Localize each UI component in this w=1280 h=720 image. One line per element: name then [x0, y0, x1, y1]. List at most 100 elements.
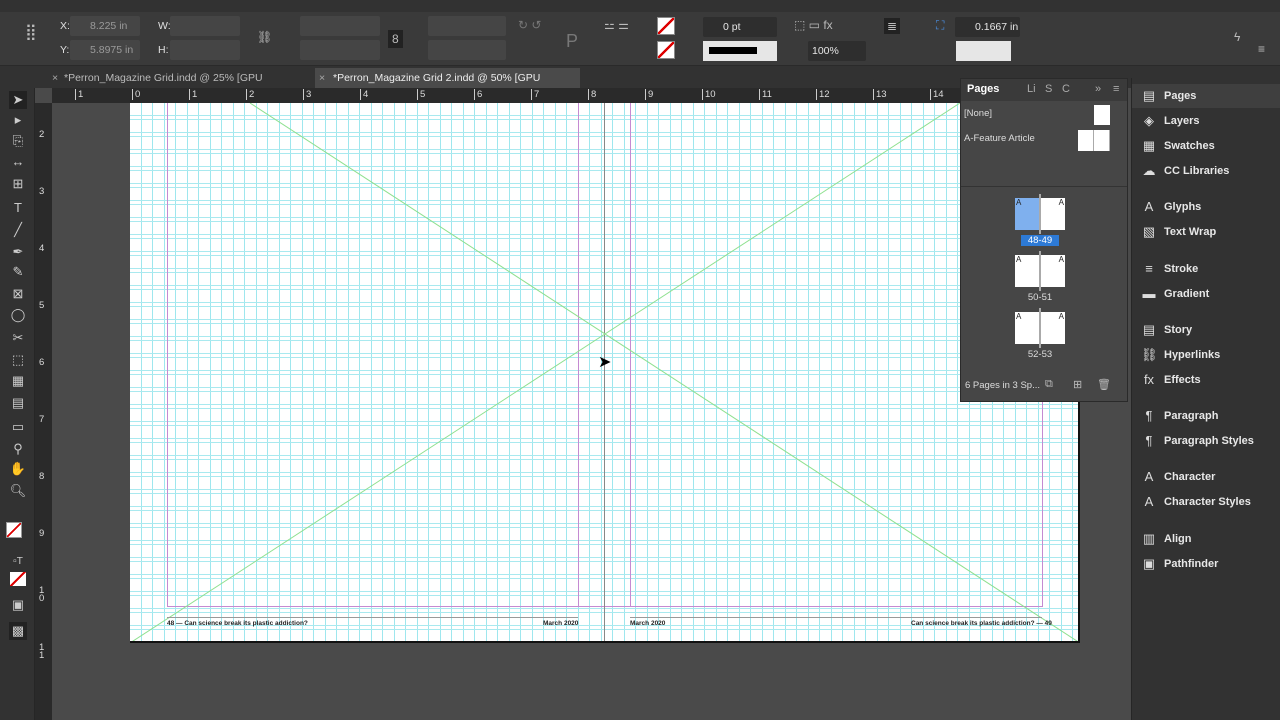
dock-item-paragraph-styles[interactable]: ¶ Paragraph Styles — [1132, 429, 1280, 453]
dock-item-effects[interactable]: fx Effects — [1132, 368, 1280, 392]
dock-item-character[interactable]: A Character — [1132, 465, 1280, 489]
stroke-weight-field[interactable]: 0 pt — [703, 17, 777, 37]
h-field[interactable] — [170, 40, 240, 60]
dock-item-story[interactable]: ▤ Story — [1132, 318, 1280, 342]
gradient-tool-icon[interactable]: ▦ — [9, 372, 27, 390]
menu-icon[interactable]: ≡ — [1258, 42, 1265, 56]
vertical-ruler[interactable]: 2 3 4 5 6 7 8 9 10 11 — [35, 103, 52, 720]
dock-item-pages[interactable]: ▤ Pages — [1132, 84, 1280, 108]
spread-thumb-48-49[interactable]: AA — [1015, 194, 1065, 234]
direct-selection-tool-icon[interactable]: ▸ — [9, 111, 27, 129]
spread-label[interactable]: 48-49 — [1021, 235, 1059, 246]
fill-stroke-swatch[interactable] — [6, 522, 22, 538]
dock-item-glyphs[interactable]: A Glyphs — [1132, 195, 1280, 219]
link-icon[interactable]: 8 — [388, 30, 403, 48]
selection-tool-icon[interactable]: ➤ — [9, 91, 27, 109]
ruler-tick-label: 0 — [132, 89, 140, 100]
zoom-tool-icon[interactable]: 🔍︎ — [9, 482, 27, 500]
master-a-feature[interactable]: A-Feature Article — [964, 133, 1035, 144]
footer-date-left[interactable]: March 2020 — [543, 620, 578, 627]
dock-item-paragraph[interactable]: ¶ Paragraph — [1132, 404, 1280, 428]
h-label: H: — [158, 44, 169, 56]
ruler-tick-label: 9 — [645, 89, 653, 100]
close-icon[interactable]: × — [319, 68, 325, 88]
dock-item-swatches[interactable]: ▦ Swatches — [1132, 134, 1280, 158]
free-transform-tool-icon[interactable]: ⬚ — [9, 351, 27, 369]
y-field[interactable]: 5.8975 in — [70, 40, 140, 60]
dock-item-layers[interactable]: ◈ Layers — [1132, 109, 1280, 133]
hand-tool-icon[interactable]: ✋ — [9, 460, 27, 478]
constrain-proportions-icon[interactable]: ⛓ — [257, 30, 272, 44]
ruler-tick-label: 2 — [39, 129, 45, 140]
reference-point-icon[interactable]: ⣿ — [25, 25, 37, 41]
dock-item-text-wrap[interactable]: ▧ Text Wrap — [1132, 220, 1280, 244]
scale-y-field[interactable] — [300, 40, 380, 60]
spread-thumb-52-53[interactable]: AA — [1015, 308, 1065, 348]
gap-tool-icon[interactable]: ↔ — [9, 153, 27, 171]
offset-field[interactable]: 0.1667 in — [955, 17, 1020, 37]
dock-item-gradient[interactable]: ▬ Gradient — [1132, 282, 1280, 306]
dock-item-align[interactable]: ▥ Align — [1132, 527, 1280, 551]
distribute-icon[interactable]: ⚍ ⚌ — [604, 18, 629, 32]
master-thumb[interactable] — [1094, 105, 1110, 125]
auto-fit-icon[interactable]: ⛶ — [936, 18, 944, 32]
new-page-icon[interactable]: ⊞ — [1073, 378, 1082, 391]
shear-field[interactable] — [428, 40, 506, 60]
spread-thumb-50-51[interactable]: AA — [1015, 251, 1065, 291]
close-icon[interactable]: × — [52, 68, 58, 88]
tab-document-2[interactable]: × *Perron_Magazine Grid 2.indd @ 50% [GPU… — [315, 68, 580, 104]
x-field[interactable]: 8.225 in — [70, 16, 140, 36]
tab-swatches[interactable]: S — [1045, 83, 1052, 95]
footer-date-right[interactable]: March 2020 — [630, 620, 665, 627]
tab-document-1[interactable]: ×*Perron_Magazine Grid.indd @ 25% [GPU P… — [50, 68, 300, 104]
scissors-tool-icon[interactable]: ✂ — [9, 329, 27, 347]
edit-page-size-icon[interactable]: ⧉ — [1045, 378, 1053, 391]
gradient-feather-icon[interactable]: ▤ — [9, 394, 27, 412]
content-collector-icon[interactable]: ⊞ — [9, 175, 27, 193]
dock-item-pathfinder[interactable]: ▣ Pathfinder — [1132, 552, 1280, 576]
page-spread[interactable]: 48 — Can science break its plastic addic… — [130, 103, 1080, 643]
opacity-field[interactable]: 100% — [808, 41, 866, 61]
page-tool-icon[interactable]: ⎘ — [9, 132, 27, 150]
pen-tool-icon[interactable]: ✒ — [9, 243, 27, 261]
lightning-icon[interactable]: ϟ — [1234, 30, 1240, 44]
horizontal-ruler[interactable]: 1 0 1 2 3 4 5 6 7 8 9 10 11 12 13 14 — [52, 88, 960, 103]
rectangle-frame-tool-icon[interactable]: ⊠ — [9, 285, 27, 303]
dock-item-cc-libraries[interactable]: ☁ CC Libraries — [1132, 159, 1280, 183]
formatting-affects-icon[interactable]: ▫T — [9, 553, 27, 571]
align-top-icon[interactable]: ≣ — [884, 18, 901, 34]
frame-fitting-select[interactable] — [956, 41, 1011, 61]
stroke-type-select[interactable] — [703, 41, 777, 61]
apply-none-icon[interactable] — [10, 572, 26, 586]
note-tool-icon[interactable]: ▭ — [9, 418, 27, 436]
dock-item-character-styles[interactable]: A Character Styles — [1132, 490, 1280, 514]
dock-item-hyperlinks[interactable]: ⛓ Hyperlinks — [1132, 343, 1280, 367]
preview-mode-icon[interactable]: ▩ — [9, 622, 27, 640]
tab-pages[interactable]: Pages — [967, 83, 999, 95]
tab-links[interactable]: Li — [1027, 83, 1036, 95]
line-tool-icon[interactable]: ╱ — [9, 221, 27, 239]
screen-mode-icon[interactable]: ▣ — [9, 596, 27, 614]
corner-options-icon[interactable]: ⬚ ▭ fx — [794, 18, 833, 32]
delete-page-icon[interactable]: 🗑︎ — [1097, 378, 1111, 391]
rotate-field[interactable] — [428, 16, 506, 36]
footer-right[interactable]: Can science break its plastic addiction?… — [911, 620, 1052, 627]
fill-swatch[interactable] — [657, 17, 675, 35]
spread-label[interactable]: 50-51 — [1015, 292, 1065, 303]
w-field[interactable] — [170, 16, 240, 36]
expand-icon[interactable]: » — [1095, 83, 1101, 95]
stroke-swatch[interactable] — [657, 41, 675, 59]
tab-cc[interactable]: C — [1062, 83, 1070, 95]
spread-label[interactable]: 52-53 — [1015, 349, 1065, 360]
footer-left[interactable]: 48 — Can science break its plastic addic… — [167, 620, 308, 627]
master-none[interactable]: [None] — [964, 108, 992, 119]
ellipse-tool-icon[interactable]: ◯ — [9, 306, 27, 324]
type-tool-icon[interactable]: T — [9, 199, 27, 217]
master-thumb[interactable] — [1078, 130, 1110, 151]
dock-item-stroke[interactable]: ≡ Stroke — [1132, 257, 1280, 281]
pencil-tool-icon[interactable]: ✎ — [9, 263, 27, 281]
rotate-icon[interactable]: ↻ ↺ — [518, 18, 541, 32]
panel-menu-icon[interactable]: ≡ — [1113, 83, 1119, 95]
eyedropper-tool-icon[interactable]: ⚲ — [9, 440, 27, 458]
scale-x-field[interactable] — [300, 16, 380, 36]
